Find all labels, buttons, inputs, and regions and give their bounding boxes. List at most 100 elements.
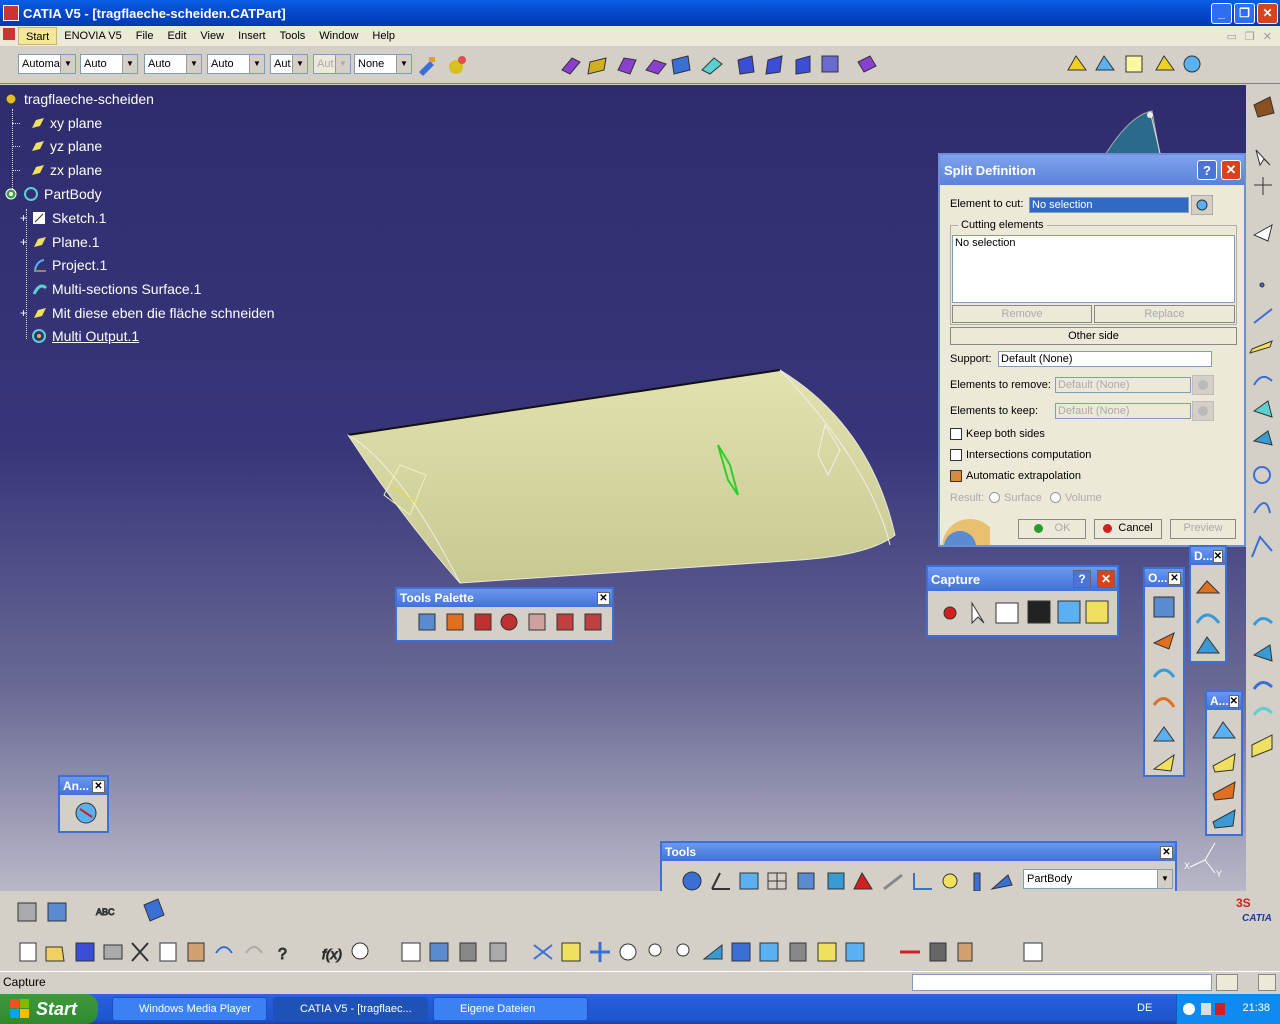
capture-help-icon[interactable]: ?	[1073, 570, 1091, 588]
standard-toolbar[interactable]: ? f(x)	[0, 935, 1060, 969]
ok-button[interactable]: OK	[1018, 519, 1086, 539]
mdi-restore-icon[interactable]: ❐	[1245, 30, 1255, 43]
minimize-button[interactable]: _	[1211, 2, 1232, 24]
result-volume-radio[interactable]	[1050, 492, 1061, 503]
task-windows-media-player[interactable]: Windows Media Player	[112, 997, 267, 1021]
command-button[interactable]	[1216, 974, 1238, 991]
menu-tools[interactable]: Tools	[273, 27, 313, 45]
keep-both-sides-checkbox[interactable]	[950, 428, 962, 440]
menu-help[interactable]: Help	[365, 27, 402, 45]
menu-file[interactable]: File	[129, 27, 161, 45]
o-toolbar-close-icon[interactable]: ✕	[1168, 571, 1181, 585]
elements-to-remove-field[interactable]: Default (None)	[1055, 377, 1191, 393]
automatic-extrapolation-checkbox[interactable]	[950, 470, 962, 482]
color-combo[interactable]: Automa ▼	[18, 54, 76, 74]
tree-item-xy-plane[interactable]: xy plane	[12, 113, 102, 133]
tree-item-multi-sections[interactable]: Multi-sections Surface.1	[32, 279, 201, 299]
a-toolbar-icons[interactable]	[1207, 710, 1241, 834]
an-toolbar-close-icon[interactable]: ✕	[92, 779, 105, 793]
task-eigene-dateien[interactable]: Eigene Dateien	[433, 997, 588, 1021]
capture-icons[interactable]	[928, 591, 1118, 631]
tools-palette-icons[interactable]	[397, 607, 612, 637]
task-catia[interactable]: CATIA V5 - [tragflaec...	[273, 997, 428, 1021]
result-surface-radio[interactable]	[989, 492, 1000, 503]
menu-enovia[interactable]: ENOVIA V5	[57, 27, 128, 45]
tray-icons[interactable]	[1181, 994, 1241, 1024]
tree-item-partbody[interactable]: PartBody	[4, 184, 102, 204]
close-button[interactable]: ✕	[1257, 2, 1278, 24]
render-style-combo[interactable]: Aut ▼	[313, 54, 351, 74]
start-label: Start	[36, 998, 78, 1019]
plane-icon	[34, 308, 46, 318]
doc-icon[interactable]	[0, 27, 18, 45]
multi-output-icon	[32, 329, 46, 343]
split-definition-dialog: Split Definition ? ✕ Element to cut: No …	[938, 153, 1246, 547]
elements-to-keep-field[interactable]: Default (None)	[1055, 403, 1191, 419]
painter-icon[interactable]	[416, 54, 438, 76]
catia-app-icon[interactable]	[3, 5, 19, 21]
linetype-combo[interactable]: Auto ▼	[207, 54, 265, 74]
intersections-computation-checkbox[interactable]	[950, 449, 962, 461]
start-button[interactable]: Start	[0, 994, 98, 1024]
elements-to-remove-list-icon[interactable]	[1192, 375, 1214, 395]
mdi-minimize-icon[interactable]: ▭	[1227, 30, 1237, 43]
replace-button[interactable]: Replace	[1094, 305, 1235, 323]
tree-item-zx-plane[interactable]: zx plane	[12, 160, 102, 180]
cancel-button[interactable]: Cancel	[1094, 519, 1162, 539]
dialog-close-button[interactable]: ✕	[1221, 160, 1241, 180]
cutting-elements-list[interactable]: No selection	[952, 235, 1235, 303]
menu-view[interactable]: View	[193, 27, 231, 45]
bottom-toolbars: ABC ? f(x) 3S CATIA	[0, 891, 1280, 971]
tree-root[interactable]: tragflaeche-scheiden	[4, 89, 154, 109]
tree-item-plane1[interactable]: + Plane.1	[20, 232, 99, 252]
capture-close-icon[interactable]: ✕	[1097, 570, 1115, 588]
element-to-cut-selector-icon[interactable]	[1191, 195, 1213, 215]
current-body-combo[interactable]: PartBody ▼	[1023, 869, 1173, 889]
point-symbol-combo[interactable]: Aut ▼	[270, 54, 308, 74]
element-to-cut-field[interactable]: No selection	[1029, 197, 1189, 213]
language-indicator[interactable]: DE	[1137, 1002, 1152, 1014]
expand-icon[interactable]: +	[20, 235, 32, 249]
d-toolbar-close-icon[interactable]: ✕	[1212, 549, 1224, 563]
tree-item-yz-plane[interactable]: yz plane	[12, 136, 102, 156]
d-toolbar-icons[interactable]	[1191, 565, 1225, 661]
menu-edit[interactable]: Edit	[160, 27, 193, 45]
preview-button[interactable]: Preview	[1170, 519, 1236, 539]
elements-to-keep-list-icon[interactable]	[1192, 401, 1214, 421]
mdi-close-icon[interactable]: ✕	[1263, 30, 1272, 43]
menu-window[interactable]: Window	[312, 27, 365, 45]
material-icon[interactable]	[446, 54, 468, 76]
restore-button[interactable]: ❐	[1234, 2, 1255, 24]
a-toolbar-close-icon[interactable]: ✕	[1228, 694, 1240, 708]
right-toolbar[interactable]	[1246, 85, 1280, 891]
expand-icon[interactable]: +	[20, 211, 32, 225]
analysis-icon[interactable]	[60, 795, 107, 831]
other-side-button[interactable]: Other side	[950, 327, 1237, 345]
tools-title: Tools	[665, 845, 697, 859]
layer-combo[interactable]: None ▼	[354, 54, 412, 74]
o-toolbar-icons[interactable]	[1145, 587, 1183, 775]
view-tools-icons[interactable]	[1064, 52, 1214, 80]
expand-icon[interactable]: +	[20, 306, 32, 320]
support-field[interactable]: Default (None)	[998, 351, 1212, 367]
bottom-toolbar-row1[interactable]: ABC	[0, 891, 180, 931]
line-thickness-combo[interactable]: Auto ▼	[144, 54, 202, 74]
capture-header: Capture? ✕	[928, 567, 1117, 591]
status-bar: Capture	[0, 971, 1280, 993]
tree-item-sketch[interactable]: + Sketch.1	[20, 208, 106, 228]
surface-tools-icons[interactable]	[558, 52, 898, 80]
wing-surface[interactable]	[340, 365, 910, 595]
transparency-combo[interactable]: Auto ▼	[80, 54, 138, 74]
clock: 21:38	[1242, 1002, 1270, 1014]
help-button[interactable]: ?	[1197, 160, 1217, 180]
tree-item-multi-output[interactable]: Multi Output.1	[32, 326, 139, 346]
remove-button[interactable]: Remove	[952, 305, 1092, 323]
menu-insert[interactable]: Insert	[231, 27, 273, 45]
command-input[interactable]	[912, 974, 1212, 991]
svg-text:CATIA: CATIA	[1242, 913, 1272, 924]
menu-start[interactable]: Start	[18, 27, 58, 45]
tree-item-project[interactable]: Project.1	[32, 255, 107, 275]
tools-palette-close-icon[interactable]: ✕	[597, 591, 610, 605]
tree-item-plane-cut[interactable]: + Mit diese eben die fläche schneiden	[20, 303, 275, 323]
tools-close-icon[interactable]: ✕	[1160, 845, 1173, 859]
